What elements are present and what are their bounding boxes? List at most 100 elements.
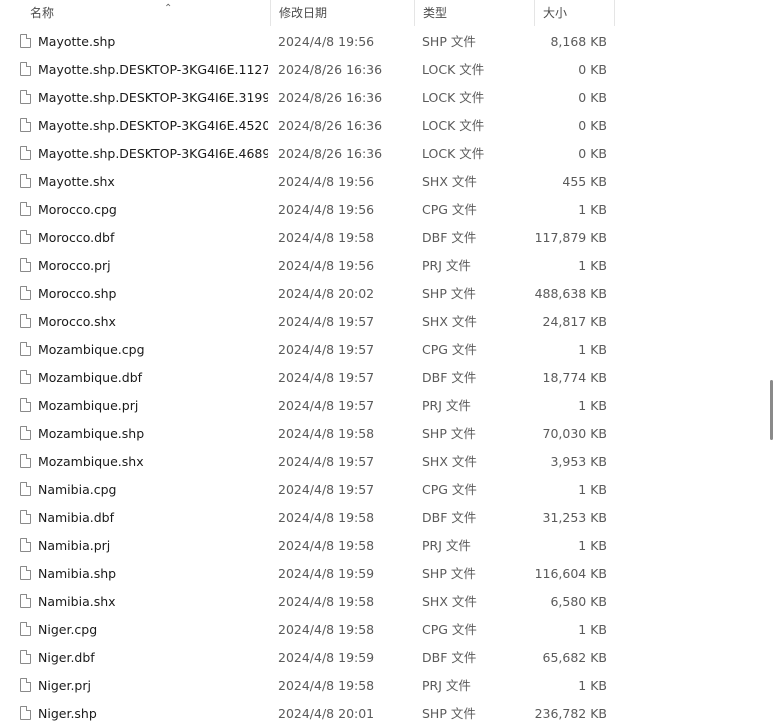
file-modified-date: 2024/4/8 19:58 xyxy=(278,538,375,553)
file-size: 455 KB xyxy=(562,174,607,189)
file-type: PRJ 文件 xyxy=(422,398,471,413)
file-row[interactable]: Mozambique.shx 2024/4/8 19:57 SHX 文件 3,953 … xyxy=(0,448,765,476)
file-modified-date: 2024/8/26 16:36 xyxy=(278,62,383,77)
column-header-date[interactable]: 修改日期 xyxy=(271,0,415,26)
file-name: Namibia.shx xyxy=(38,594,116,609)
file-type: SHX 文件 xyxy=(422,314,477,329)
file-type: DBF 文件 xyxy=(422,230,477,245)
file-icon xyxy=(20,426,31,440)
file-name: Morocco.dbf xyxy=(38,230,115,245)
file-type: CPG 文件 xyxy=(422,342,477,357)
file-row[interactable]: Namibia.prj 2024/4/8 19:58 PRJ 文件 1 KB xyxy=(0,532,765,560)
file-type: PRJ 文件 xyxy=(422,678,471,693)
file-size: 236,782 KB xyxy=(534,706,607,721)
file-size: 70,030 KB xyxy=(542,426,607,441)
file-icon xyxy=(20,146,31,160)
file-name: Mayotte.shx xyxy=(38,174,115,189)
column-header-date-label: 修改日期 xyxy=(279,6,328,20)
file-modified-date: 2024/4/8 19:56 xyxy=(278,202,375,217)
file-size: 117,879 KB xyxy=(534,230,607,245)
file-row[interactable]: Niger.prj 2024/4/8 19:58 PRJ 文件 1 KB xyxy=(0,672,765,700)
file-modified-date: 2024/4/8 19:59 xyxy=(278,566,375,581)
file-row[interactable]: Mozambique.prj 2024/4/8 19:57 PRJ 文件 1 KB xyxy=(0,392,765,420)
file-size: 31,253 KB xyxy=(542,510,607,525)
file-row[interactable]: Morocco.prj 2024/4/8 19:56 PRJ 文件 1 KB xyxy=(0,252,765,280)
column-header-type[interactable]: 类型 xyxy=(415,0,535,26)
file-row[interactable]: Mozambique.dbf 2024/4/8 19:57 DBF 文件 18,774… xyxy=(0,364,765,392)
file-icon xyxy=(20,398,31,412)
file-icon xyxy=(20,118,31,132)
file-modified-date: 2024/4/8 19:58 xyxy=(278,426,375,441)
file-type: CPG 文件 xyxy=(422,622,477,637)
file-name: Mayotte.shp.DESKTOP-3KG4I6E.1127... xyxy=(38,62,268,77)
file-name: Niger.dbf xyxy=(38,650,95,665)
file-modified-date: 2024/4/8 19:59 xyxy=(278,650,375,665)
file-modified-date: 2024/8/26 16:36 xyxy=(278,118,383,133)
file-size: 0 KB xyxy=(578,62,607,77)
column-header-type-label: 类型 xyxy=(423,6,448,20)
file-icon xyxy=(20,34,31,48)
scrollbar-thumb[interactable] xyxy=(770,380,773,440)
file-name: Namibia.shp xyxy=(38,566,117,581)
file-name: Mozambique.prj xyxy=(38,398,139,413)
file-type: DBF 文件 xyxy=(422,650,477,665)
file-modified-date: 2024/4/8 19:58 xyxy=(278,622,375,637)
file-row[interactable]: Namibia.shp 2024/4/8 19:59 SHP 文件 116,604 K… xyxy=(0,560,765,588)
file-type: SHX 文件 xyxy=(422,454,477,469)
file-name: Mayotte.shp.DESKTOP-3KG4I6E.4689... xyxy=(38,146,268,161)
column-header-name[interactable]: 名称 ⌃ xyxy=(22,0,271,26)
file-type: LOCK 文件 xyxy=(422,118,485,133)
file-modified-date: 2024/4/8 19:57 xyxy=(278,482,375,497)
file-modified-date: 2024/4/8 19:57 xyxy=(278,314,375,329)
file-icon xyxy=(20,594,31,608)
file-size: 1 KB xyxy=(578,622,607,637)
file-row[interactable]: Morocco.shx 2024/4/8 19:57 SHX 文件 24,817 KB xyxy=(0,308,765,336)
file-size: 1 KB xyxy=(578,258,607,273)
file-type: SHP 文件 xyxy=(422,426,476,441)
file-size: 18,774 KB xyxy=(542,370,607,385)
file-row[interactable]: Mayotte.shp.DESKTOP-3KG4I6E.4520... 2024/… xyxy=(0,112,765,140)
file-row[interactable]: Mayotte.shp 2024/4/8 19:56 SHP 文件 8,168 KB xyxy=(0,28,765,56)
file-size: 8,168 KB xyxy=(550,34,607,49)
file-name: Morocco.prj xyxy=(38,258,111,273)
file-row[interactable]: Mozambique.cpg 2024/4/8 19:57 CPG 文件 1 KB xyxy=(0,336,765,364)
file-type: LOCK 文件 xyxy=(422,62,485,77)
file-row[interactable]: Morocco.shp 2024/4/8 20:02 SHP 文件 488,638 K… xyxy=(0,280,765,308)
column-header-size[interactable]: 大小 xyxy=(535,0,615,26)
sort-ascending-icon: ⌃ xyxy=(164,3,173,14)
file-type: SHP 文件 xyxy=(422,706,476,721)
file-list: Mayotte.shp 2024/4/8 19:56 SHP 文件 8,168 KB M… xyxy=(0,28,765,728)
file-size: 1 KB xyxy=(578,678,607,693)
file-row[interactable]: Mayotte.shp.DESKTOP-3KG4I6E.1127... 2024/… xyxy=(0,56,765,84)
file-row[interactable]: Niger.dbf 2024/4/8 19:59 DBF 文件 65,682 KB xyxy=(0,644,765,672)
file-modified-date: 2024/4/8 19:58 xyxy=(278,678,375,693)
file-row[interactable]: Mayotte.shp.DESKTOP-3KG4I6E.4689... 2024/… xyxy=(0,140,765,168)
file-size: 1 KB xyxy=(578,202,607,217)
file-row[interactable]: Morocco.cpg 2024/4/8 19:56 CPG 文件 1 KB xyxy=(0,196,765,224)
file-row[interactable]: Namibia.dbf 2024/4/8 19:58 DBF 文件 31,253 KB xyxy=(0,504,765,532)
file-row[interactable]: Niger.shp 2024/4/8 20:01 SHP 文件 236,782 KB xyxy=(0,700,765,728)
file-type: CPG 文件 xyxy=(422,202,477,217)
file-row[interactable]: Mayotte.shx 2024/4/8 19:56 SHX 文件 455 KB xyxy=(0,168,765,196)
file-modified-date: 2024/4/8 19:58 xyxy=(278,510,375,525)
file-size: 1 KB xyxy=(578,482,607,497)
file-icon xyxy=(20,510,31,524)
file-type: SHP 文件 xyxy=(422,566,476,581)
file-row[interactable]: Morocco.dbf 2024/4/8 19:58 DBF 文件 117,879 K… xyxy=(0,224,765,252)
file-type: SHP 文件 xyxy=(422,34,476,49)
file-row[interactable]: Namibia.shx 2024/4/8 19:58 SHX 文件 6,580 KB xyxy=(0,588,765,616)
file-row[interactable]: Mayotte.shp.DESKTOP-3KG4I6E.3199... 2024/… xyxy=(0,84,765,112)
file-icon xyxy=(20,62,31,76)
file-size: 3,953 KB xyxy=(550,454,607,469)
file-size: 1 KB xyxy=(578,398,607,413)
file-modified-date: 2024/4/8 19:57 xyxy=(278,370,375,385)
file-type: CPG 文件 xyxy=(422,482,477,497)
file-type: SHX 文件 xyxy=(422,594,477,609)
file-type: SHX 文件 xyxy=(422,174,477,189)
file-row[interactable]: Namibia.cpg 2024/4/8 19:57 CPG 文件 1 KB xyxy=(0,476,765,504)
file-row[interactable]: Mozambique.shp 2024/4/8 19:58 SHP 文件 70,030… xyxy=(0,420,765,448)
file-modified-date: 2024/4/8 20:01 xyxy=(278,706,375,721)
file-size: 488,638 KB xyxy=(534,286,607,301)
vertical-scrollbar[interactable] xyxy=(765,0,777,727)
file-row[interactable]: Niger.cpg 2024/4/8 19:58 CPG 文件 1 KB xyxy=(0,616,765,644)
